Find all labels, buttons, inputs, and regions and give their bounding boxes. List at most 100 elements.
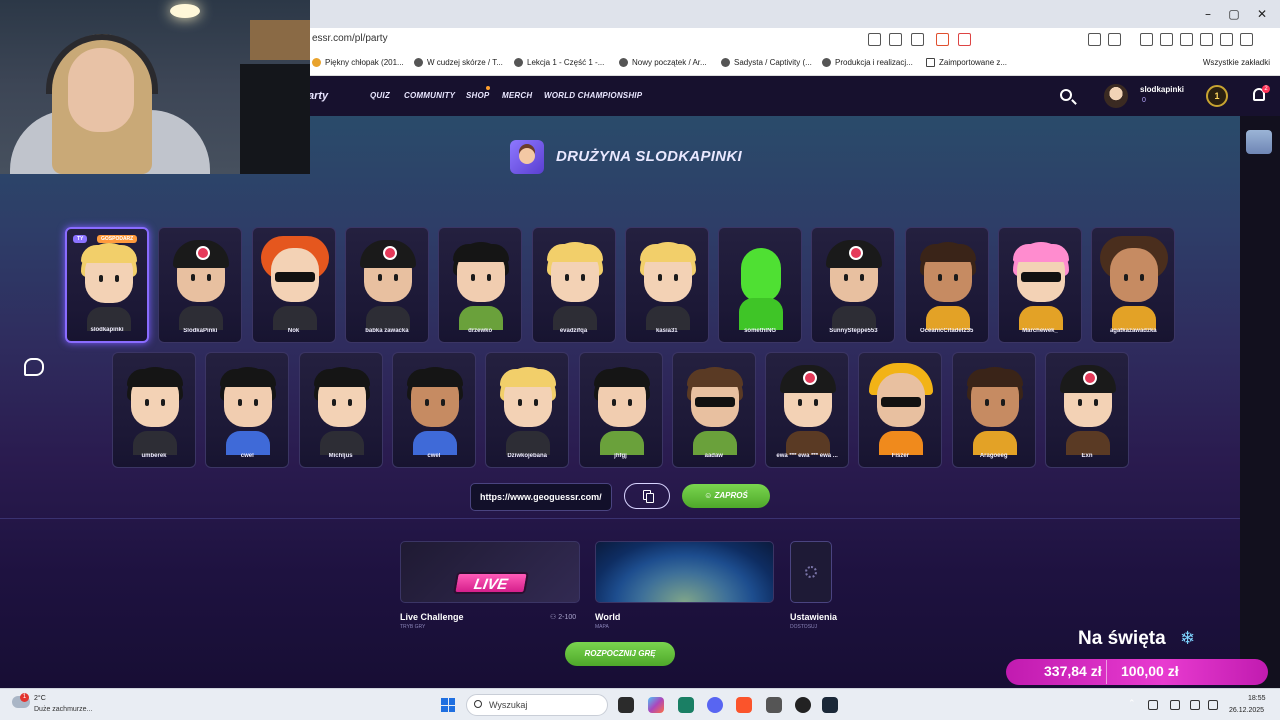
vpn-icon[interactable] bbox=[1240, 33, 1253, 46]
player-card[interactable]: jhfgj bbox=[578, 352, 663, 468]
player-card[interactable]: ewa *** ewa *** ewa ... bbox=[765, 352, 850, 468]
player-card[interactable]: Michljus bbox=[298, 352, 383, 468]
brave-icon[interactable] bbox=[736, 697, 752, 713]
ai-icon[interactable] bbox=[1220, 33, 1233, 46]
live-challenge-card[interactable]: LIVE bbox=[400, 541, 580, 603]
maximize-icon[interactable]: ▢ bbox=[1224, 6, 1244, 22]
wallet-icon[interactable] bbox=[1200, 33, 1213, 46]
chevron-up-icon[interactable]: ⌃ bbox=[1128, 698, 1138, 708]
settings-card[interactable] bbox=[790, 541, 832, 603]
team-icon bbox=[510, 140, 544, 174]
search-icon[interactable] bbox=[1060, 89, 1072, 101]
url-text[interactable]: essr.com/pl/party bbox=[312, 33, 388, 44]
bookmark-item[interactable]: Lekcja 1 - Część 1 -... bbox=[514, 58, 604, 67]
wifi-icon[interactable] bbox=[1190, 700, 1200, 710]
player-name: babka zawacka bbox=[365, 328, 409, 334]
player-eye bbox=[254, 399, 259, 406]
bookmark-item[interactable]: Piękny chłopak (201... bbox=[312, 58, 404, 67]
rewards-icon[interactable] bbox=[958, 33, 971, 46]
clock-date[interactable]: 26.12.2025 bbox=[1229, 707, 1264, 714]
bookmark-item[interactable]: Sadysta / Captivity (... bbox=[721, 58, 812, 67]
share-icon[interactable] bbox=[911, 33, 924, 46]
copilot-icon[interactable] bbox=[648, 697, 664, 713]
username[interactable]: slodkapinki bbox=[1140, 85, 1184, 94]
app-icon[interactable] bbox=[766, 697, 782, 713]
side-avatar-thumb[interactable] bbox=[1246, 130, 1272, 154]
nav-world-championship[interactable]: WORLD CHAMPIONSHIP bbox=[544, 91, 642, 100]
world-title: World bbox=[595, 612, 621, 622]
player-card[interactable]: evadzifqa bbox=[531, 227, 616, 343]
player-name: somethING bbox=[744, 328, 777, 334]
sidebar-icon[interactable] bbox=[1180, 33, 1193, 46]
world-map-card[interactable] bbox=[595, 541, 774, 603]
player-card[interactable]: kasia31 bbox=[624, 227, 709, 343]
cast-icon[interactable] bbox=[889, 33, 902, 46]
player-card[interactable]: SunnySteppe553 bbox=[811, 227, 896, 343]
close-icon[interactable]: ✕ bbox=[1252, 6, 1272, 22]
player-card[interactable]: drzewko bbox=[438, 227, 523, 343]
nav-quiz[interactable]: QUIZ bbox=[370, 91, 390, 100]
tab-icon[interactable] bbox=[1108, 33, 1121, 46]
extensions-icon[interactable] bbox=[1088, 33, 1101, 46]
player-card[interactable]: slodkapinki TY GOSPODARZ bbox=[65, 227, 149, 343]
player-body bbox=[925, 306, 970, 330]
minimize-icon[interactable]: – bbox=[1198, 6, 1218, 22]
player-avatar bbox=[741, 248, 782, 302]
microphone-icon[interactable] bbox=[1170, 700, 1180, 710]
translate-icon[interactable] bbox=[868, 33, 881, 46]
player-card[interactable]: cwel bbox=[205, 352, 290, 468]
player-card[interactable]: Dziwkojebana bbox=[485, 352, 570, 468]
avatar[interactable] bbox=[1104, 84, 1128, 108]
discord-icon[interactable] bbox=[707, 697, 723, 713]
player-card[interactable]: Marchewek_ bbox=[998, 227, 1082, 343]
brand-party[interactable]: arty bbox=[308, 90, 328, 102]
start-game-button[interactable]: ROZPOCZNIJ GRĘ bbox=[565, 642, 675, 666]
cap-icon bbox=[780, 365, 837, 393]
bookmark-item[interactable]: W cudzej skórze / T... bbox=[414, 58, 503, 67]
player-hair-front bbox=[639, 244, 696, 262]
download-icon[interactable] bbox=[1140, 33, 1153, 46]
volume-icon[interactable] bbox=[1208, 700, 1218, 710]
bookmark-icon bbox=[414, 58, 423, 67]
player-card[interactable]: babka zawacka bbox=[344, 227, 429, 343]
player-card[interactable]: cwel bbox=[391, 352, 476, 468]
clock-time[interactable]: 18:55 bbox=[1248, 695, 1266, 702]
windows-start-icon[interactable] bbox=[441, 698, 455, 712]
menu-icon[interactable]: ☰ bbox=[1260, 33, 1273, 46]
invite-url-field[interactable]: https://www.geoguessr.com/ bbox=[470, 483, 612, 511]
all-bookmarks[interactable]: Wszystkie zakładki bbox=[1203, 58, 1270, 67]
taskbar-search-input[interactable]: Wyszukaj bbox=[466, 694, 608, 716]
player-card[interactable]: somethING bbox=[718, 227, 803, 343]
invite-button[interactable]: ☺ ZAPROŚ bbox=[682, 484, 770, 508]
store-icon[interactable] bbox=[678, 697, 694, 713]
nav-shop[interactable]: SHOP bbox=[466, 91, 489, 100]
player-card[interactable]: umberek bbox=[112, 352, 196, 468]
player-eye bbox=[1124, 274, 1129, 281]
bookmark-folder[interactable]: Zaimportowane z... bbox=[926, 58, 1007, 67]
player-card[interactable]: SlodkaPinki bbox=[158, 227, 243, 343]
bookmark-item[interactable]: Produkcja i realizacj... bbox=[822, 58, 913, 67]
live-challenge-title: Live Challenge bbox=[400, 612, 464, 622]
obs-icon[interactable] bbox=[795, 697, 811, 713]
copy-button[interactable] bbox=[624, 483, 670, 509]
player-card[interactable]: aadaw bbox=[671, 352, 756, 468]
task-view-icon[interactable] bbox=[618, 697, 634, 713]
player-card[interactable]: Exn bbox=[1045, 352, 1129, 468]
player-card[interactable]: Nok bbox=[251, 227, 336, 343]
level-badge[interactable]: 1 bbox=[1206, 85, 1228, 107]
music-icon[interactable] bbox=[1160, 33, 1173, 46]
player-card[interactable]: OceanicCitadel235 bbox=[904, 227, 989, 343]
brave-shield-icon[interactable] bbox=[936, 33, 949, 46]
snowflake-icon: ❄ bbox=[1180, 628, 1196, 649]
player-card[interactable]: Fiszer bbox=[858, 352, 943, 468]
player-card[interactable]: Aragoeeg bbox=[951, 352, 1036, 468]
chat-icon[interactable] bbox=[24, 358, 44, 376]
nav-community[interactable]: COMMUNITY bbox=[404, 91, 455, 100]
nav-merch[interactable]: MERCH bbox=[502, 91, 532, 100]
steam-icon[interactable] bbox=[822, 697, 838, 713]
network-icon[interactable] bbox=[1148, 700, 1158, 710]
bookmark-item[interactable]: Nowy początek / Ar... bbox=[619, 58, 707, 67]
player-card[interactable]: agatkazawadzka bbox=[1091, 227, 1176, 343]
player-name: drzewko bbox=[468, 328, 493, 334]
webcam-shelf bbox=[250, 20, 310, 60]
